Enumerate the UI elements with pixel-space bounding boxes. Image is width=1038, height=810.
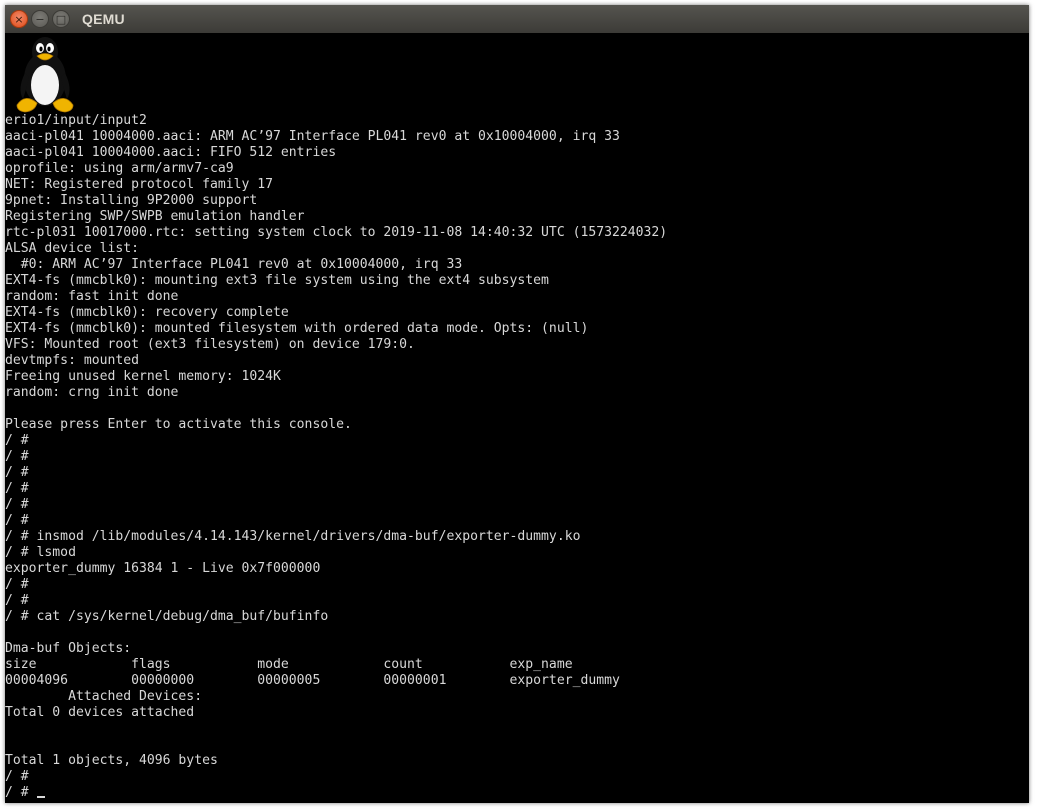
console-input-line[interactable]: / # (5, 785, 667, 801)
window-controls: × − □ (10, 10, 70, 28)
console-line: random: crng init done (5, 385, 179, 400)
console-line: aaci-pl041 10004000.aaci: FIFO 512 entri… (5, 145, 337, 160)
console-line: erio1/input/input2 (5, 113, 147, 128)
console-line: / # (5, 577, 29, 592)
tux-penguin-icon (16, 37, 74, 113)
console-screen[interactable]: erio1/input/input2 aaci-pl041 10004000.aa… (5, 33, 1029, 803)
text-cursor (36, 796, 45, 798)
console-line: / # cat /sys/kernel/debug/dma_buf/bufinf… (5, 609, 329, 624)
console-line: Attached Devices: (5, 689, 203, 704)
shell-prompt: / # (5, 785, 37, 800)
console-line: Registering SWP/SWPB emulation handler (5, 209, 305, 224)
window-title: QEMU (82, 11, 125, 27)
console-line: EXT4-fs (mmcblk0): recovery complete (5, 305, 289, 320)
console-line: 9pnet: Installing 9P2000 support (5, 193, 258, 208)
console-line: Dma-buf Objects: (5, 641, 132, 656)
console-line: Total 0 devices attached (5, 705, 195, 720)
console-line: EXT4-fs (mmcblk0): mounting ext3 file sy… (5, 273, 549, 288)
console-line: oprofile: using arm/armv7-ca9 (5, 161, 234, 176)
console-line: / # (5, 497, 29, 512)
console-line: / # (5, 513, 29, 528)
console-line: #0: ARM AC’97 Interface PL041 rev0 at 0x… (5, 257, 463, 272)
console-line: Please press Enter to activate this cons… (5, 417, 352, 432)
console-line: ALSA device list: (5, 241, 140, 256)
console-line: VFS: Mounted root (ext3 filesystem) on d… (5, 337, 415, 352)
console-line: Total 1 objects, 4096 bytes (5, 753, 218, 768)
console-line: 00004096 00000000 00000005 00000001 expo… (5, 673, 620, 688)
minimize-icon[interactable]: − (31, 10, 49, 28)
close-icon[interactable]: × (10, 10, 28, 28)
console-line: / # (5, 593, 29, 608)
console-line: / # lsmod (5, 545, 76, 560)
qemu-window: × − □ QEMU erio1/input/input2 aaci-pl041… (5, 5, 1029, 803)
console-line: / # insmod /lib/modules/4.14.143/kernel/… (5, 529, 581, 544)
console-line: NET: Registered protocol family 17 (5, 177, 274, 192)
console-line: Freeing unused kernel memory: 1024K (5, 369, 281, 384)
console-line: / # (5, 433, 29, 448)
console-line: aaci-pl041 10004000.aaci: ARM AC’97 Inte… (5, 129, 620, 144)
console-line: / # (5, 465, 29, 480)
console-output: erio1/input/input2 aaci-pl041 10004000.aa… (5, 113, 667, 801)
console-line: / # (5, 481, 29, 496)
console-line: size flags mode count exp_name (5, 657, 573, 672)
console-line: rtc-pl031 10017000.rtc: setting system c… (5, 225, 668, 240)
console-line: devtmpfs: mounted (5, 353, 140, 368)
console-line: EXT4-fs (mmcblk0): mounted filesystem wi… (5, 321, 589, 336)
console-line: exporter_dummy 16384 1 - Live 0x7f000000 (5, 561, 321, 576)
maximize-icon[interactable]: □ (52, 10, 70, 28)
title-bar[interactable]: × − □ QEMU (5, 5, 1029, 33)
console-line: / # (5, 449, 29, 464)
console-line: random: fast init done (5, 289, 179, 304)
console-line: / # (5, 769, 29, 784)
